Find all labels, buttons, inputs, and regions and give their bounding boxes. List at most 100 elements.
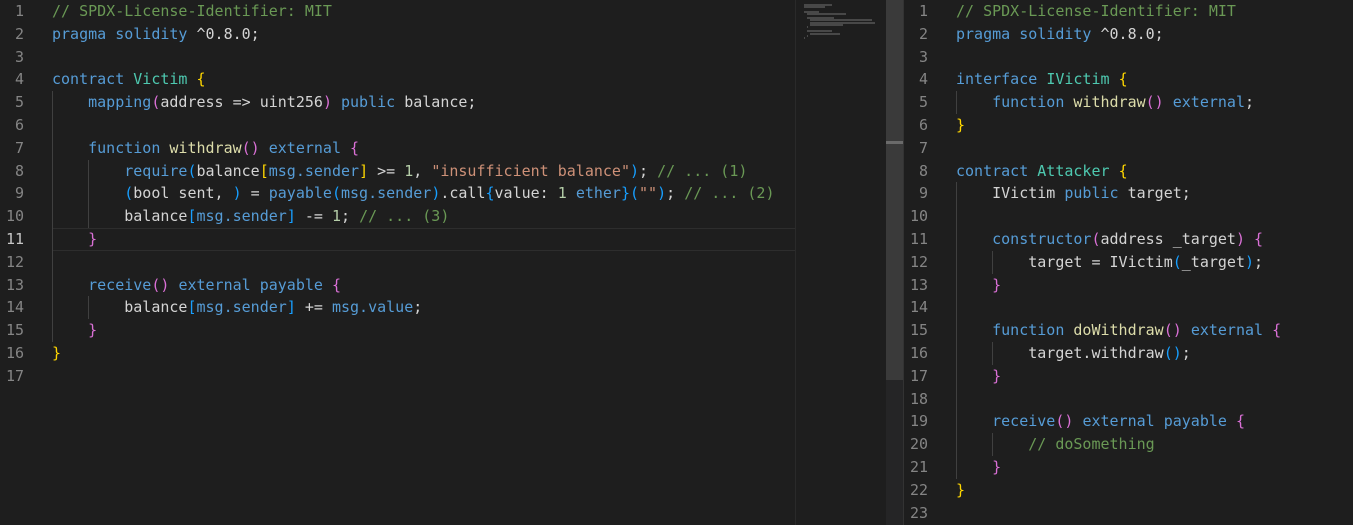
line-code: // SPDX-License-Identifier: MIT — [52, 0, 795, 23]
code-token: { — [1118, 161, 1128, 180]
code-line[interactable]: 13 } — [904, 274, 1353, 297]
code-line[interactable]: 16} — [0, 342, 795, 365]
line-number: 10 — [5, 207, 24, 226]
minimap-line — [807, 34, 809, 37]
code-token: interface — [956, 70, 1038, 89]
line-code: pragma solidity ^0.8.0; — [52, 23, 795, 46]
code-line[interactable]: 21 } — [904, 456, 1353, 479]
minimap-line — [807, 26, 809, 28]
code-line[interactable]: 22} — [904, 479, 1353, 502]
code-token: -= — [295, 207, 332, 226]
code-line[interactable]: 9 (bool sent, ) = payable(msg.sender).ca… — [0, 182, 795, 205]
code-line[interactable]: 19 receive() external payable { — [904, 410, 1353, 433]
code-token: mapping — [88, 93, 152, 112]
code-line[interactable]: 1 // SPDX-License-Identifier: MIT — [0, 0, 795, 23]
code-line[interactable]: 17 } — [904, 365, 1353, 388]
line-number: 8 — [918, 161, 928, 180]
code-line[interactable]: 15 function doWithdraw() external { — [904, 319, 1353, 342]
code-line[interactable]: 11 } — [0, 227, 795, 251]
code-token: msg.sender — [196, 207, 287, 226]
code-token: // SPDX-License-Identifier: MIT — [956, 2, 1236, 20]
code-token: IVictim — [956, 184, 1065, 203]
vertical-scrollbar[interactable] — [886, 0, 903, 525]
right-editor-pane[interactable]: 1 // SPDX-License-Identifier: MIT 2 pragma … — [903, 0, 1353, 525]
code-line[interactable]: 6} — [904, 114, 1353, 137]
indent-guide — [88, 159, 90, 228]
code-line[interactable]: 1 // SPDX-License-Identifier: MIT — [904, 0, 1353, 23]
code-line[interactable]: 5 mapping(address => uint256) public bal… — [0, 91, 795, 114]
code-token: value: — [494, 184, 558, 203]
code-line[interactable]: 23 — [904, 502, 1353, 525]
code-token: msg.value — [331, 298, 414, 317]
code-line[interactable]: 5 function withdraw() external; — [904, 91, 1353, 114]
code-line[interactable]: 12 target = IVictim(_target); — [904, 251, 1353, 274]
line-code: constructor(address _target) { — [956, 228, 1353, 251]
line-number: 16 — [909, 343, 928, 362]
code-line[interactable]: 10 — [904, 205, 1353, 228]
code-line[interactable]: 16 target.withdraw(); — [904, 342, 1353, 365]
code-line[interactable]: 20 // doSomething — [904, 433, 1353, 456]
indent-guide — [88, 296, 90, 320]
code-line[interactable]: 13 receive() external payable { — [0, 274, 795, 297]
scrollbar-cursor-marker — [886, 141, 903, 144]
code-token: msg.sender — [268, 161, 360, 180]
code-line[interactable]: 9 IVictim public target; — [904, 182, 1353, 205]
code-line[interactable]: 4 interface IVictim { — [904, 68, 1353, 91]
code-line[interactable]: 18 — [904, 388, 1353, 411]
code-line[interactable]: 15 } — [0, 319, 795, 342]
code-line[interactable]: 2 pragma solidity ^0.8.0; — [0, 23, 795, 46]
code-line[interactable]: 11 constructor(address _target) { — [904, 228, 1353, 251]
line-number: 9 — [14, 184, 24, 203]
code-line[interactable]: 2 pragma solidity ^0.8.0; — [904, 23, 1353, 46]
left-editor-pane[interactable]: 1 // SPDX-License-Identifier: MIT 2 pragma … — [0, 0, 795, 525]
code-token: }( — [620, 184, 640, 203]
code-token: // doSomething — [1028, 435, 1155, 454]
code-line[interactable]: 12 — [0, 251, 795, 274]
code-token: ] — [286, 207, 296, 226]
code-line[interactable]: 8 require(balance[msg.sender] >= 1, "ins… — [0, 160, 795, 183]
line-number: 16 — [5, 343, 24, 362]
line-code: // SPDX-License-Identifier: MIT — [956, 0, 1353, 23]
line-code: } — [956, 479, 1353, 502]
code-line[interactable]: 14 balance[msg.sender] += msg.value; — [0, 296, 795, 319]
code-token: balance — [196, 161, 260, 180]
indent-guide — [992, 433, 994, 456]
code-token: 1 — [557, 184, 567, 203]
line-code: // doSomething — [956, 433, 1353, 456]
code-token: ( — [187, 161, 197, 180]
code-line[interactable]: 8 contract Attacker { — [904, 160, 1353, 183]
code-token: ^0.8.0; — [187, 24, 260, 43]
code-line[interactable]: 14 — [904, 296, 1353, 319]
line-number: 12 — [5, 252, 24, 271]
code-line[interactable]: 4 contract Victim { — [0, 68, 795, 91]
code-line[interactable]: 3 — [904, 46, 1353, 69]
code-token: // ... (3) — [359, 207, 450, 226]
code-token: } — [992, 275, 1002, 294]
code-token: ; — [1181, 343, 1191, 362]
line-number: 18 — [909, 389, 928, 408]
code-token: ) — [431, 184, 441, 203]
code-token: solidity — [1019, 24, 1092, 43]
line-number: 10 — [909, 207, 928, 226]
minimap[interactable] — [795, 0, 887, 525]
code-line[interactable]: 6 — [0, 114, 795, 137]
line-number: 12 — [909, 252, 928, 271]
code-line[interactable]: 7 — [904, 137, 1353, 160]
minimap-line — [810, 32, 841, 35]
indent-guide — [992, 342, 994, 365]
line-code: target = IVictim(_target); — [956, 251, 1353, 274]
code-line[interactable]: 3 — [0, 46, 795, 69]
code-line[interactable]: 17 — [0, 365, 795, 388]
code-token: } — [88, 321, 98, 340]
code-line[interactable]: 7 function withdraw() external { — [0, 137, 795, 160]
code-line[interactable]: 10 balance[msg.sender] -= 1; // ... (3) — [0, 205, 795, 228]
scrollbar-thumb[interactable] — [886, 0, 903, 380]
